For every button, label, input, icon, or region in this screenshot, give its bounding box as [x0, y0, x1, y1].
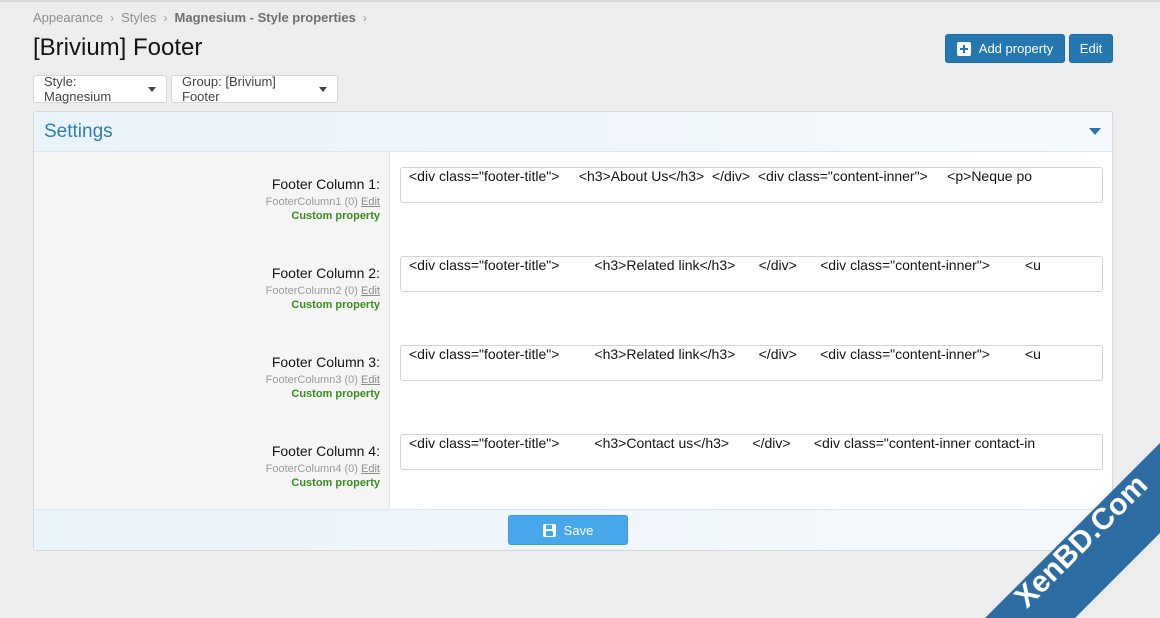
settings-panel-header[interactable]: Settings [34, 112, 1112, 152]
settings-panel-body: Footer Column 1: FooterColumn1 (0) Edit … [34, 152, 1112, 509]
breadcrumb-styles[interactable]: Styles [121, 10, 156, 25]
property-title: Footer Column 3: [271, 354, 380, 370]
group-filter-dropdown[interactable]: Group: [Brivium] Footer [171, 74, 338, 104]
property-key: FooterColumn4 (0) [265, 463, 358, 475]
property-title: Footer Column 4: [271, 443, 380, 459]
property-row-footer-column-4: Footer Column 4: FooterColumn4 (0) Edit … [34, 419, 1112, 508]
breadcrumb-appearance[interactable]: Appearance [33, 10, 103, 25]
property-key: FooterColumn2 (0) [265, 285, 358, 297]
settings-panel-title: Settings [44, 120, 113, 142]
property-meta: FooterColumn1 (0) Edit [266, 196, 380, 208]
custom-property-badge: Custom property [291, 477, 380, 489]
property-edit-link[interactable]: Edit [361, 463, 380, 475]
group-filter-label: Group: [Brivium] Footer [182, 74, 276, 104]
style-filter-label: Style: Magnesium [44, 74, 112, 104]
page-title: [Brivium] Footer [33, 34, 203, 61]
breadcrumb-style-properties[interactable]: Magnesium - Style properties [175, 10, 356, 25]
save-button[interactable]: Save [508, 515, 628, 545]
property-key: FooterColumn3 (0) [265, 374, 358, 386]
settings-panel-footer: Save [34, 509, 1112, 550]
property-label: Footer Column 3: FooterColumn3 (0) Edit … [266, 354, 380, 400]
breadcrumb: Appearance › Styles › Magnesium - Style … [33, 10, 374, 25]
edit-button[interactable]: Edit [1069, 34, 1113, 63]
top-divider [0, 0, 1160, 2]
property-edit-link[interactable]: Edit [361, 196, 380, 208]
edit-button-label: Edit [1079, 41, 1103, 56]
custom-property-badge: Custom property [291, 210, 380, 222]
save-icon [542, 523, 556, 537]
chevron-right-icon: › [163, 10, 168, 25]
property-row-footer-column-2: Footer Column 2: FooterColumn2 (0) Edit … [34, 241, 1112, 330]
property-meta: FooterColumn2 (0) Edit [266, 285, 380, 297]
footer-column-3-input[interactable]: <div class="footer-title"> <h3>Related l… [400, 345, 1103, 381]
settings-panel: Settings Footer Column 1: FooterColumn1 … [33, 111, 1113, 551]
property-key: FooterColumn1 (0) [265, 196, 358, 208]
caret-down-icon [148, 86, 156, 92]
property-row-footer-column-1: Footer Column 1: FooterColumn1 (0) Edit … [34, 152, 1112, 241]
property-label: Footer Column 2: FooterColumn2 (0) Edit … [266, 265, 380, 311]
save-button-label: Save [563, 522, 594, 538]
footer-column-1-input[interactable]: <div class="footer-title"> <h3>About Us<… [400, 167, 1103, 203]
custom-property-badge: Custom property [291, 299, 380, 311]
property-meta: FooterColumn4 (0) Edit [266, 463, 380, 475]
custom-property-badge: Custom property [291, 388, 380, 400]
add-property-label: Add property [978, 41, 1054, 56]
property-label: Footer Column 4: FooterColumn4 (0) Edit … [266, 443, 380, 489]
footer-column-4-input[interactable]: <div class="footer-title"> <h3>Contact u… [400, 434, 1103, 470]
property-title: Footer Column 2: [271, 265, 380, 281]
caret-down-icon [319, 86, 327, 92]
style-filter-dropdown[interactable]: Style: Magnesium [33, 74, 167, 104]
add-property-button[interactable]: Add property [945, 34, 1065, 63]
chevron-right-icon: › [110, 10, 115, 25]
property-meta: FooterColumn3 (0) Edit [266, 374, 380, 386]
property-row-footer-column-3: Footer Column 3: FooterColumn3 (0) Edit … [34, 330, 1112, 419]
property-title: Footer Column 1: [271, 176, 380, 192]
footer-column-2-input[interactable]: <div class="footer-title"> <h3>Related l… [400, 256, 1103, 292]
property-label: Footer Column 1: FooterColumn1 (0) Edit … [266, 176, 380, 222]
plus-icon [956, 41, 971, 56]
property-edit-link[interactable]: Edit [361, 285, 380, 297]
chevron-right-icon: › [362, 10, 367, 25]
collapse-toggle-icon[interactable] [1089, 128, 1101, 135]
property-edit-link[interactable]: Edit [361, 374, 380, 386]
